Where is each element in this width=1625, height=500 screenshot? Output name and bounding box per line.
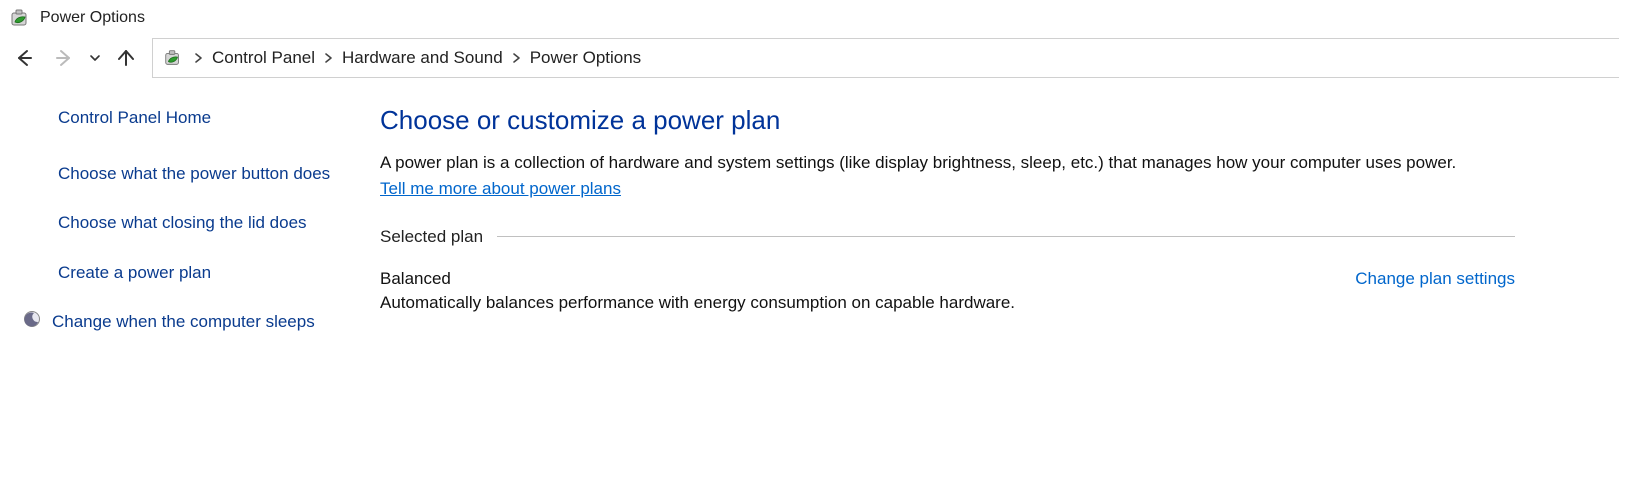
more-info-link[interactable]: Tell me more about power plans [380, 179, 621, 198]
sidebar-item-change-sleep[interactable]: Change when the computer sleeps [58, 309, 360, 335]
main-panel: Choose or customize a power plan A power… [380, 105, 1625, 359]
plan-name: Balanced [380, 269, 451, 289]
change-plan-settings-link[interactable]: Change plan settings [1355, 269, 1515, 289]
battery-leaf-icon [161, 46, 185, 70]
chevron-right-icon[interactable] [191, 52, 206, 64]
nav-forward-button[interactable] [46, 40, 82, 76]
moon-icon [22, 309, 42, 329]
page-description: A power plan is a collection of hardware… [380, 150, 1460, 203]
navbar: Control Panel Hardware and Sound Power O… [0, 36, 1625, 81]
nav-back-button[interactable] [6, 40, 42, 76]
chevron-right-icon[interactable] [321, 52, 336, 64]
breadcrumb-item[interactable]: Power Options [530, 48, 642, 68]
window-title: Power Options [40, 9, 145, 27]
page-heading: Choose or customize a power plan [380, 105, 1515, 136]
battery-leaf-icon [8, 6, 32, 30]
nav-up-button[interactable] [108, 40, 144, 76]
divider [497, 236, 1515, 237]
breadcrumb-item[interactable]: Hardware and Sound [342, 48, 503, 68]
group-label: Selected plan [380, 227, 483, 247]
content-area: Control Panel Home Choose what the power… [0, 81, 1625, 359]
address-bar[interactable]: Control Panel Hardware and Sound Power O… [152, 38, 1619, 78]
recent-locations-dropdown[interactable] [86, 40, 104, 76]
sidebar: Control Panel Home Choose what the power… [0, 105, 380, 359]
titlebar: Power Options [0, 0, 1625, 36]
selected-plan-group: Selected plan [380, 227, 1515, 247]
chevron-right-icon[interactable] [509, 52, 524, 64]
sidebar-item-closing-lid[interactable]: Choose what closing the lid does [58, 210, 360, 236]
sidebar-item-create-plan[interactable]: Create a power plan [58, 260, 360, 286]
sidebar-control-panel-home[interactable]: Control Panel Home [58, 105, 360, 131]
plan-row: Balanced Change plan settings [380, 269, 1515, 289]
breadcrumb-item[interactable]: Control Panel [212, 48, 315, 68]
sidebar-item-power-button[interactable]: Choose what the power button does [58, 161, 360, 187]
plan-description: Automatically balances performance with … [380, 293, 1515, 313]
